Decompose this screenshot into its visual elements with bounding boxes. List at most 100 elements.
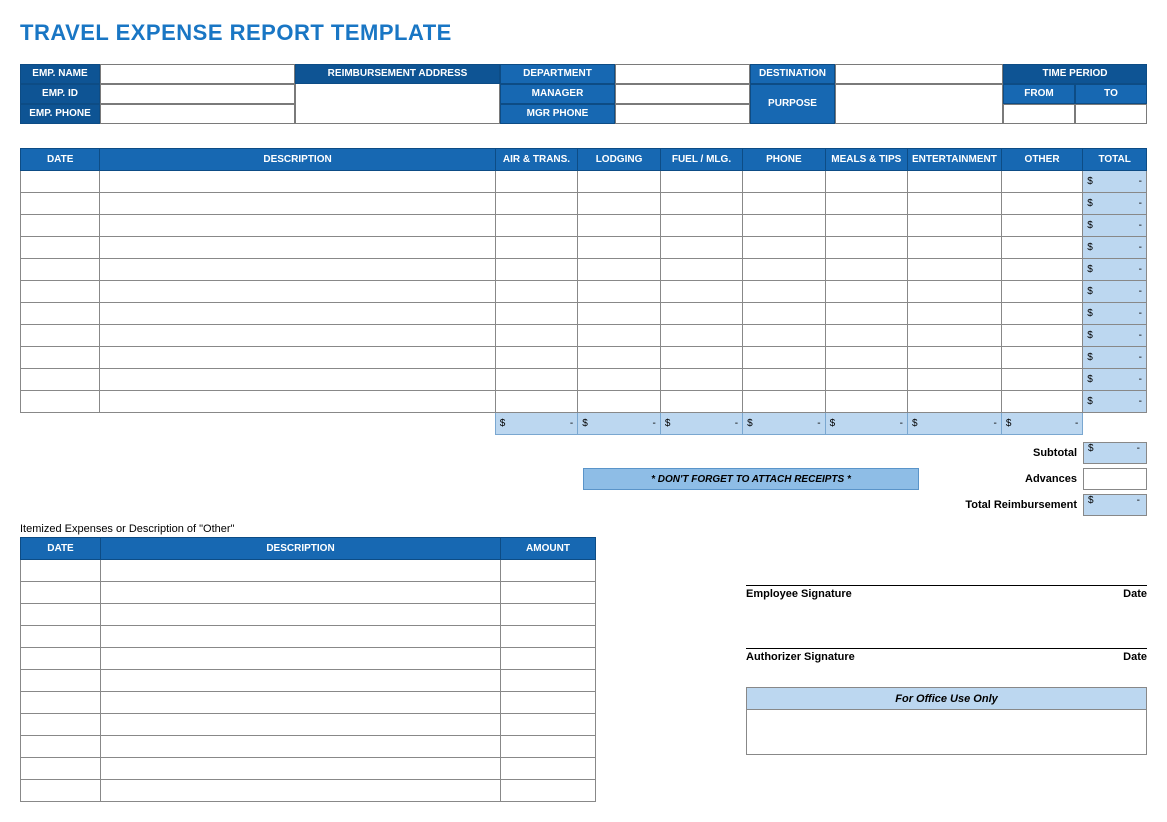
input-purpose-2[interactable] — [835, 104, 1003, 124]
cell-input[interactable] — [1001, 193, 1082, 215]
itemized-cell[interactable] — [501, 692, 596, 714]
itemized-cell[interactable] — [21, 736, 101, 758]
cell-input[interactable] — [21, 237, 100, 259]
cell-input[interactable] — [100, 325, 495, 347]
input-emp-phone[interactable] — [100, 104, 295, 124]
cell-input[interactable] — [578, 391, 661, 413]
itemized-cell[interactable] — [501, 582, 596, 604]
cell-input[interactable] — [660, 369, 742, 391]
cell-input[interactable] — [660, 347, 742, 369]
cell-input[interactable] — [660, 193, 742, 215]
itemized-cell[interactable] — [21, 670, 101, 692]
itemized-cell[interactable] — [101, 648, 501, 670]
cell-input[interactable] — [743, 259, 825, 281]
cell-input[interactable] — [21, 303, 100, 325]
cell-input[interactable] — [21, 171, 100, 193]
cell-input[interactable] — [825, 391, 907, 413]
cell-input[interactable] — [908, 303, 1002, 325]
itemized-cell[interactable] — [101, 714, 501, 736]
itemized-cell[interactable] — [501, 604, 596, 626]
cell-input[interactable] — [908, 237, 1002, 259]
cell-input[interactable] — [1001, 259, 1082, 281]
cell-input[interactable] — [908, 369, 1002, 391]
office-use-body[interactable] — [747, 710, 1146, 754]
cell-input[interactable] — [578, 303, 661, 325]
itemized-cell[interactable] — [21, 758, 101, 780]
itemized-cell[interactable] — [501, 648, 596, 670]
cell-input[interactable] — [578, 281, 661, 303]
cell-input[interactable] — [743, 193, 825, 215]
cell-input[interactable] — [825, 347, 907, 369]
cell-input[interactable] — [495, 325, 577, 347]
itemized-cell[interactable] — [501, 758, 596, 780]
cell-input[interactable] — [660, 215, 742, 237]
cell-input[interactable] — [578, 325, 661, 347]
cell-input[interactable] — [660, 391, 742, 413]
cell-input[interactable] — [578, 215, 661, 237]
cell-input[interactable] — [1001, 171, 1082, 193]
itemized-cell[interactable] — [101, 758, 501, 780]
cell-input[interactable] — [21, 369, 100, 391]
itemized-cell[interactable] — [101, 692, 501, 714]
itemized-cell[interactable] — [21, 626, 101, 648]
cell-input[interactable] — [100, 303, 495, 325]
input-to[interactable] — [1075, 104, 1147, 124]
cell-input[interactable] — [495, 369, 577, 391]
cell-input[interactable] — [1001, 391, 1082, 413]
itemized-cell[interactable] — [101, 582, 501, 604]
input-purpose[interactable] — [835, 84, 1003, 104]
cell-input[interactable] — [495, 215, 577, 237]
cell-input[interactable] — [21, 193, 100, 215]
itemized-cell[interactable] — [21, 714, 101, 736]
cell-input[interactable] — [100, 391, 495, 413]
cell-input[interactable] — [100, 281, 495, 303]
cell-input[interactable] — [21, 281, 100, 303]
cell-input[interactable] — [743, 303, 825, 325]
cell-input[interactable] — [1001, 281, 1082, 303]
cell-input[interactable] — [495, 171, 577, 193]
cell-input[interactable] — [825, 325, 907, 347]
cell-input[interactable] — [660, 259, 742, 281]
cell-input[interactable] — [495, 303, 577, 325]
cell-input[interactable] — [743, 347, 825, 369]
cell-input[interactable] — [21, 347, 100, 369]
itemized-cell[interactable] — [101, 670, 501, 692]
cell-input[interactable] — [825, 303, 907, 325]
cell-input[interactable] — [100, 259, 495, 281]
cell-input[interactable] — [100, 193, 495, 215]
itemized-cell[interactable] — [501, 626, 596, 648]
cell-input[interactable] — [495, 237, 577, 259]
cell-input[interactable] — [743, 391, 825, 413]
cell-input[interactable] — [825, 215, 907, 237]
cell-input[interactable] — [825, 281, 907, 303]
itemized-cell[interactable] — [21, 582, 101, 604]
cell-input[interactable] — [21, 259, 100, 281]
cell-input[interactable] — [21, 325, 100, 347]
itemized-cell[interactable] — [501, 714, 596, 736]
cell-input[interactable] — [1001, 303, 1082, 325]
cell-input[interactable] — [578, 259, 661, 281]
authorizer-signature-line[interactable]: Authorizer Signature Date — [746, 648, 1147, 663]
value-advances[interactable] — [1083, 468, 1147, 490]
cell-input[interactable] — [578, 171, 661, 193]
itemized-cell[interactable] — [101, 736, 501, 758]
cell-input[interactable] — [578, 237, 661, 259]
cell-input[interactable] — [908, 171, 1002, 193]
itemized-cell[interactable] — [21, 780, 101, 802]
cell-input[interactable] — [743, 325, 825, 347]
input-manager[interactable] — [615, 84, 750, 104]
employee-signature-line[interactable]: Employee Signature Date — [746, 585, 1147, 600]
cell-input[interactable] — [908, 193, 1002, 215]
cell-input[interactable] — [21, 391, 100, 413]
input-destination[interactable] — [835, 64, 1003, 84]
cell-input[interactable] — [100, 369, 495, 391]
cell-input[interactable] — [495, 347, 577, 369]
cell-input[interactable] — [578, 347, 661, 369]
cell-input[interactable] — [825, 259, 907, 281]
cell-input[interactable] — [908, 215, 1002, 237]
itemized-cell[interactable] — [21, 648, 101, 670]
cell-input[interactable] — [100, 347, 495, 369]
cell-input[interactable] — [660, 325, 742, 347]
cell-input[interactable] — [100, 237, 495, 259]
cell-input[interactable] — [1001, 237, 1082, 259]
